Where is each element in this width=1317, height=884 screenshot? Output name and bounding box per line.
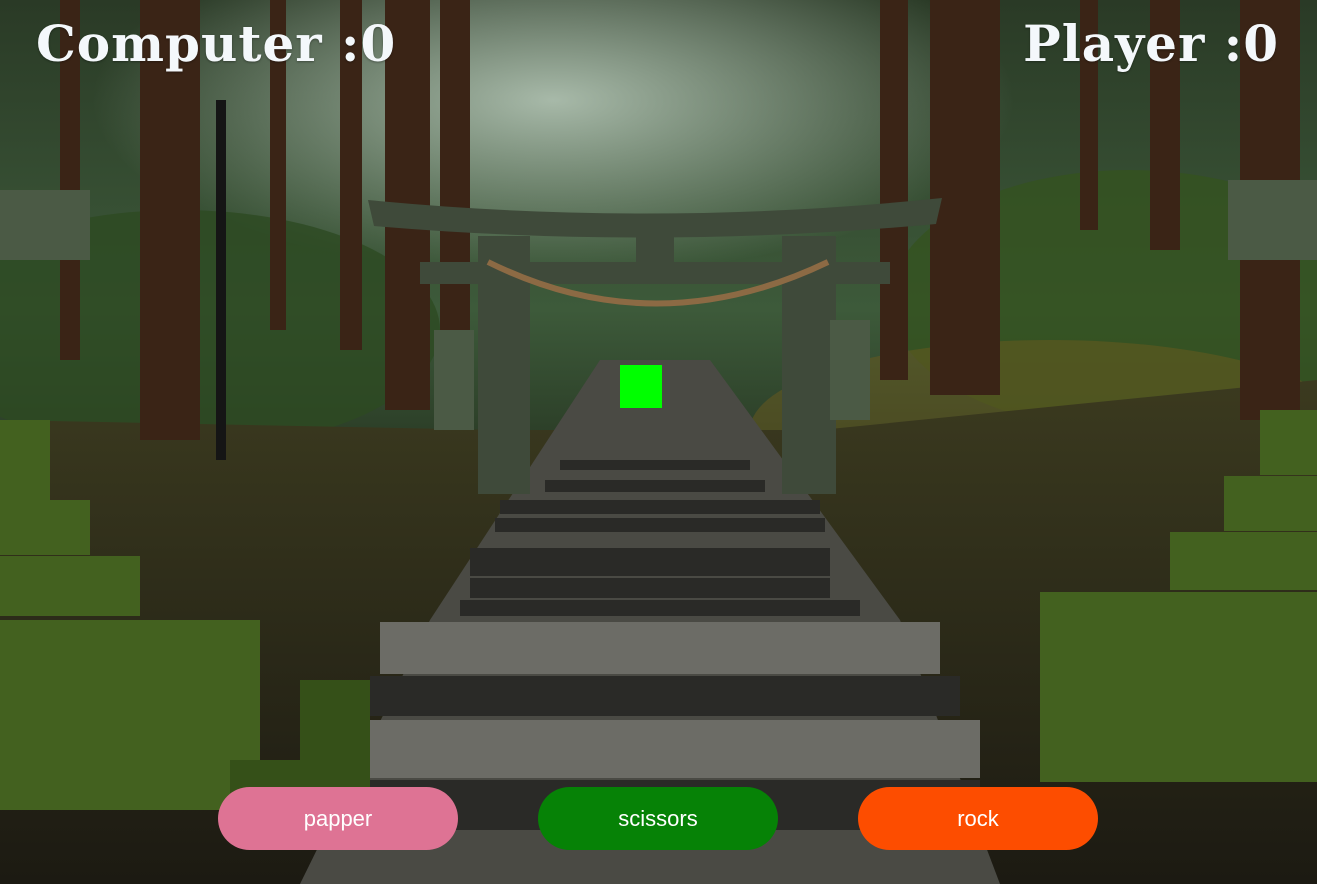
score-separator: : bbox=[1205, 14, 1244, 73]
player-score-label: Player bbox=[1023, 14, 1206, 73]
player-score-value: 0 bbox=[1243, 14, 1279, 73]
papper-button[interactable]: papper bbox=[218, 787, 458, 850]
score-separator: : bbox=[322, 14, 361, 73]
scissors-button[interactable]: scissors bbox=[538, 787, 778, 850]
computer-score-label: Computer bbox=[36, 14, 323, 73]
rock-button[interactable]: rock bbox=[858, 787, 1098, 850]
forest-shrine-background bbox=[0, 0, 1317, 884]
player-score: Player :0 bbox=[1023, 14, 1279, 73]
computer-score-value: 0 bbox=[360, 14, 397, 73]
computer-score: Computer :0 bbox=[36, 14, 396, 73]
result-indicator-box bbox=[620, 365, 662, 408]
